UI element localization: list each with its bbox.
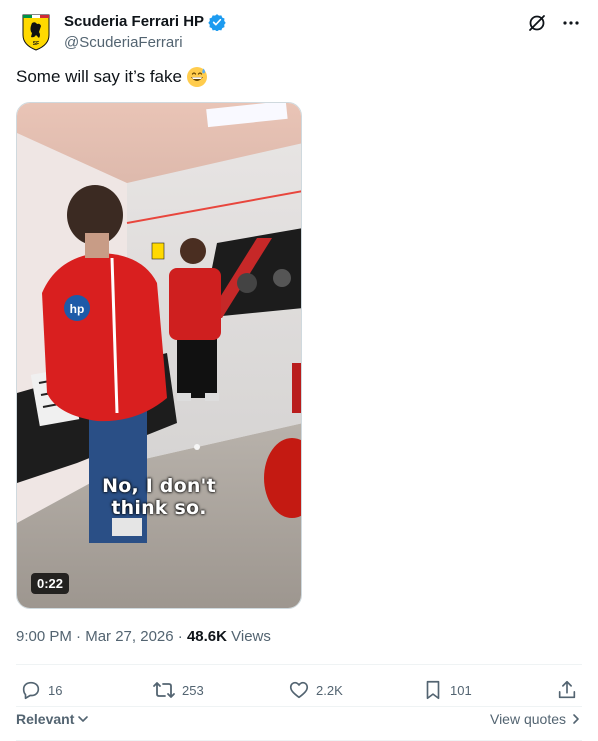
author-handle[interactable]: @ScuderiaFerrari — [64, 33, 226, 53]
verified-badge-icon — [208, 14, 226, 31]
share-icon — [558, 680, 576, 699]
tweet-header: SF Scuderia Ferrari HP @ScuderiaFerrari — [16, 10, 582, 56]
tweet-actions: 16 253 2.2K 101 — [16, 676, 582, 704]
chevron-right-icon — [573, 714, 579, 724]
grinning-sweat-emoji-icon — [186, 67, 207, 87]
bookmark-icon — [426, 680, 440, 700]
divider — [16, 664, 582, 665]
replies-footer: Relevant View quotes — [16, 709, 582, 731]
video-subtitle: No, I don't think so. — [17, 475, 301, 519]
reply-icon — [22, 681, 40, 700]
tweet-meta: 9:00 PM · Mar 27, 2026 · 48.6K Views — [16, 627, 271, 647]
author-names: Scuderia Ferrari HP @ScuderiaFerrari — [64, 12, 226, 53]
share-button[interactable] — [556, 676, 578, 704]
repost-button[interactable]: 253 — [152, 676, 204, 704]
svg-text:SF: SF — [33, 41, 39, 47]
display-name-text: Scuderia Ferrari HP — [64, 13, 205, 30]
video-frame-image: hp — [17, 103, 301, 608]
bookmark-count: 101 — [450, 682, 472, 698]
bookmark-button[interactable]: 101 — [422, 676, 472, 704]
ferrari-shield-icon: SF — [22, 14, 50, 51]
meta-separator: · — [173, 628, 187, 645]
more-options-icon[interactable] — [560, 12, 582, 34]
chevron-down-icon — [78, 716, 89, 722]
sort-replies-button[interactable]: Relevant — [16, 711, 90, 727]
reply-button[interactable]: 16 — [20, 676, 62, 704]
header-actions — [526, 12, 582, 34]
view-quotes-label: View quotes — [489, 711, 566, 727]
views-label: Views — [226, 628, 271, 645]
view-quotes-link[interactable]: View quotes — [490, 711, 582, 727]
video-duration-badge: 0:22 — [31, 573, 70, 594]
divider — [16, 706, 582, 707]
sort-label: Relevant — [16, 711, 75, 727]
video-player[interactable]: hp No, I don't think so. 0:22 — [16, 102, 302, 609]
subtitle-line-1: No, I don't — [102, 475, 216, 497]
tweet-time[interactable]: 9:00 PM — [16, 628, 72, 645]
svg-text:hp: hp — [70, 302, 85, 316]
like-button[interactable]: 2.2K — [288, 676, 343, 704]
tweet-text: Some will say it’s fake — [16, 66, 208, 88]
reply-count: 16 — [48, 682, 63, 698]
like-count: 2.2K — [316, 682, 343, 698]
grok-icon[interactable] — [526, 12, 548, 34]
repost-icon — [153, 682, 175, 698]
heart-icon — [289, 681, 309, 699]
avatar[interactable]: SF — [16, 12, 56, 52]
meta-separator: · — [71, 628, 86, 645]
views-count: 48.6K — [186, 628, 227, 645]
tweet-text-content: Some will say it’s fake — [16, 67, 182, 86]
repost-count: 253 — [182, 682, 204, 698]
author-display-name[interactable]: Scuderia Ferrari HP — [64, 12, 226, 32]
tweet-date[interactable]: Mar 27, 2026 — [85, 628, 173, 645]
subtitle-line-2: think so. — [111, 497, 207, 519]
